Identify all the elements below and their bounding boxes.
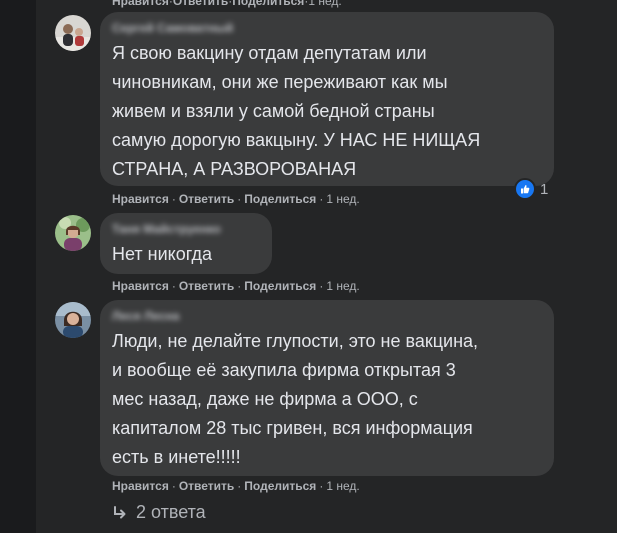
avatar[interactable] xyxy=(55,302,91,338)
like-link[interactable]: Нравится xyxy=(112,479,169,493)
reply-link[interactable]: Ответить xyxy=(179,192,234,206)
previous-comment-actions: Нравится·Ответить·Поделиться·1 нед. xyxy=(112,0,342,8)
comment-text: Люди, не делайте глупости, это не вакцин… xyxy=(112,331,479,467)
comment-time[interactable]: 1 нед. xyxy=(326,279,359,293)
reply-link[interactable]: Ответить xyxy=(179,279,234,293)
comment-actions: Нравится · Ответить · Поделиться · 1 нед. xyxy=(112,279,360,293)
like-link[interactable]: Нравится xyxy=(112,0,169,8)
share-link[interactable]: Поделиться xyxy=(244,279,316,293)
reaction-count[interactable]: 1 xyxy=(514,178,548,200)
like-icon xyxy=(514,178,536,200)
comment-actions: Нравится · Ответить · Поделиться · 1 нед. xyxy=(112,192,360,206)
comment-author[interactable]: Сергей Самоватный xyxy=(112,20,542,37)
avatar-photo-icon xyxy=(55,302,91,338)
avatar-photo-icon xyxy=(55,15,91,51)
comment-time[interactable]: 1 нед. xyxy=(326,479,359,493)
share-link[interactable]: Поделиться xyxy=(244,479,316,493)
replies-count-label[interactable]: 2 ответа xyxy=(136,502,206,523)
reply-link[interactable]: Ответить xyxy=(179,479,234,493)
reply-link[interactable]: Ответить xyxy=(173,0,228,8)
view-replies-link[interactable]: 2 ответа xyxy=(112,502,206,523)
comment-actions: Нравится · Ответить · Поделиться · 1 нед. xyxy=(112,479,360,493)
avatar[interactable] xyxy=(55,15,91,51)
avatar-photo-icon xyxy=(55,215,91,251)
comment-time[interactable]: 1 нед. xyxy=(308,0,341,8)
comment-text: Я свою вакцину отдам депутатам или чинов… xyxy=(112,43,481,179)
like-link[interactable]: Нравится xyxy=(112,279,169,293)
share-link[interactable]: Поделиться xyxy=(244,192,316,206)
comment-author[interactable]: Леся Лесна xyxy=(112,308,542,325)
comment-time[interactable]: 1 нед. xyxy=(326,192,359,206)
reply-arrow-icon xyxy=(114,505,126,518)
reaction-count-value: 1 xyxy=(540,180,549,198)
comment-bubble: Леся Лесна Люди, не делайте глупости, эт… xyxy=(100,300,554,476)
like-link[interactable]: Нравится xyxy=(112,192,169,206)
comment-bubble: Сергей Самоватный Я свою вакцину отдам д… xyxy=(100,12,554,186)
comment-text: Нет никогда xyxy=(112,244,213,264)
comment-author[interactable]: Таня Майструенко xyxy=(112,221,260,238)
share-link[interactable]: Поделиться xyxy=(232,0,304,8)
comment-bubble: Таня Майструенко Нет никогда xyxy=(100,213,272,274)
avatar[interactable] xyxy=(55,215,91,251)
